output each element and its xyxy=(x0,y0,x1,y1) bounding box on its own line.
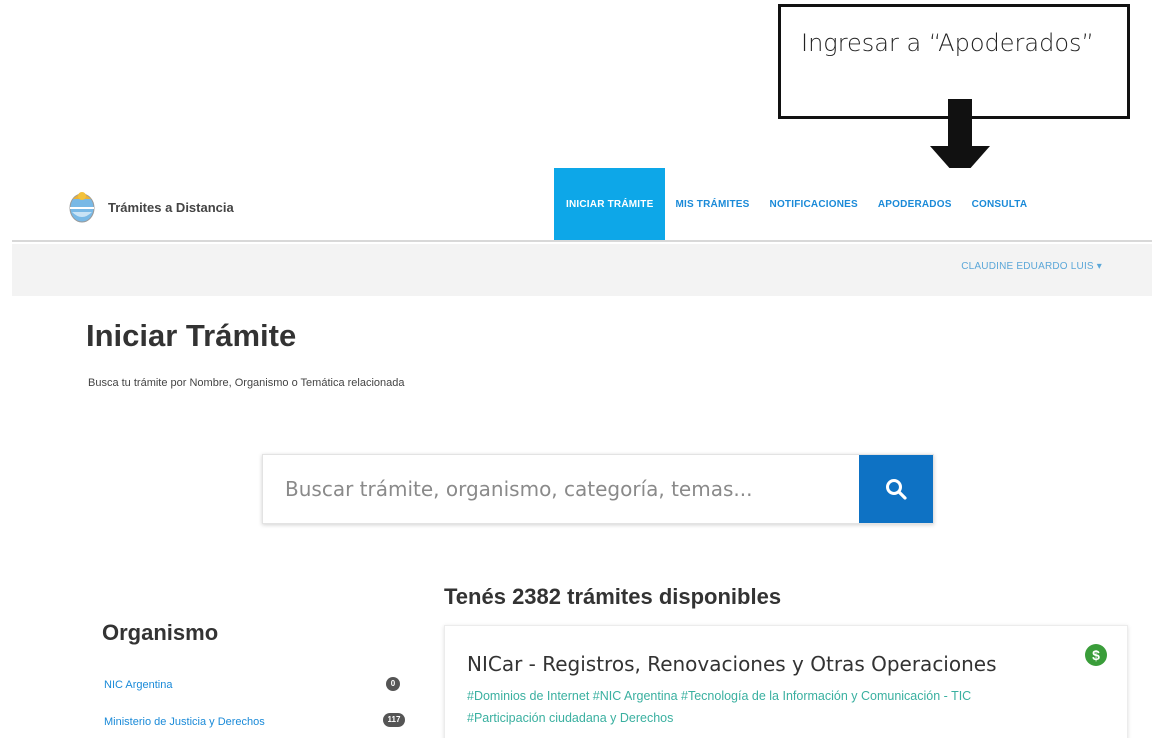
nav-consulta[interactable]: CONSULTA xyxy=(962,168,1038,240)
main-nav: INICIAR TRÁMITE MIS TRÁMITES NOTIFICACIO… xyxy=(554,168,1037,240)
argentina-shield-icon xyxy=(69,192,95,223)
site-header: Trámites a Distancia INICIAR TRÁMITE MIS… xyxy=(12,168,1152,242)
nav-notificaciones[interactable]: NOTIFICACIONES xyxy=(760,168,868,240)
count-badge: 117 xyxy=(383,713,405,727)
search-icon xyxy=(886,479,907,500)
user-menu[interactable]: CLAUDINE EDUARDO LUIS ▾ xyxy=(961,261,1102,272)
search-input[interactable] xyxy=(263,455,859,523)
card-title[interactable]: NICar - Registros, Renovaciones y Otras … xyxy=(467,652,997,676)
results-heading: Tenés 2382 trámites disponibles xyxy=(444,584,782,609)
page-title: Iniciar Trámite xyxy=(86,318,297,353)
nav-apoderados[interactable]: APODERADOS xyxy=(868,168,962,240)
search-button[interactable] xyxy=(859,455,933,523)
arrow-down-icon xyxy=(948,99,972,147)
sidebar-item-ministerio-justicia[interactable]: Ministerio de Justicia y Derechos xyxy=(104,716,265,728)
callout-text: Ingresar a “Apoderados” xyxy=(801,29,1094,57)
user-bar: CLAUDINE EDUARDO LUIS ▾ xyxy=(12,244,1152,296)
nav-iniciar-tramite[interactable]: INICIAR TRÁMITE xyxy=(554,168,666,240)
brand[interactable]: Trámites a Distancia xyxy=(68,190,234,224)
brand-name: Trámites a Distancia xyxy=(108,199,234,215)
page-subtitle: Busca tu trámite por Nombre, Organismo o… xyxy=(88,377,405,389)
search-box xyxy=(262,454,934,524)
tramite-card[interactable]: NICar - Registros, Renovaciones y Otras … xyxy=(444,625,1128,738)
sidebar-title: Organismo xyxy=(102,620,219,645)
sidebar-item-nic-argentina[interactable]: NIC Argentina xyxy=(104,679,172,691)
nav-mis-tramites[interactable]: MIS TRÁMITES xyxy=(665,168,759,240)
dollar-icon: $ xyxy=(1085,644,1107,666)
card-tags: #Dominios de Internet #NIC Argentina #Te… xyxy=(467,689,972,725)
count-badge: 0 xyxy=(386,677,400,691)
